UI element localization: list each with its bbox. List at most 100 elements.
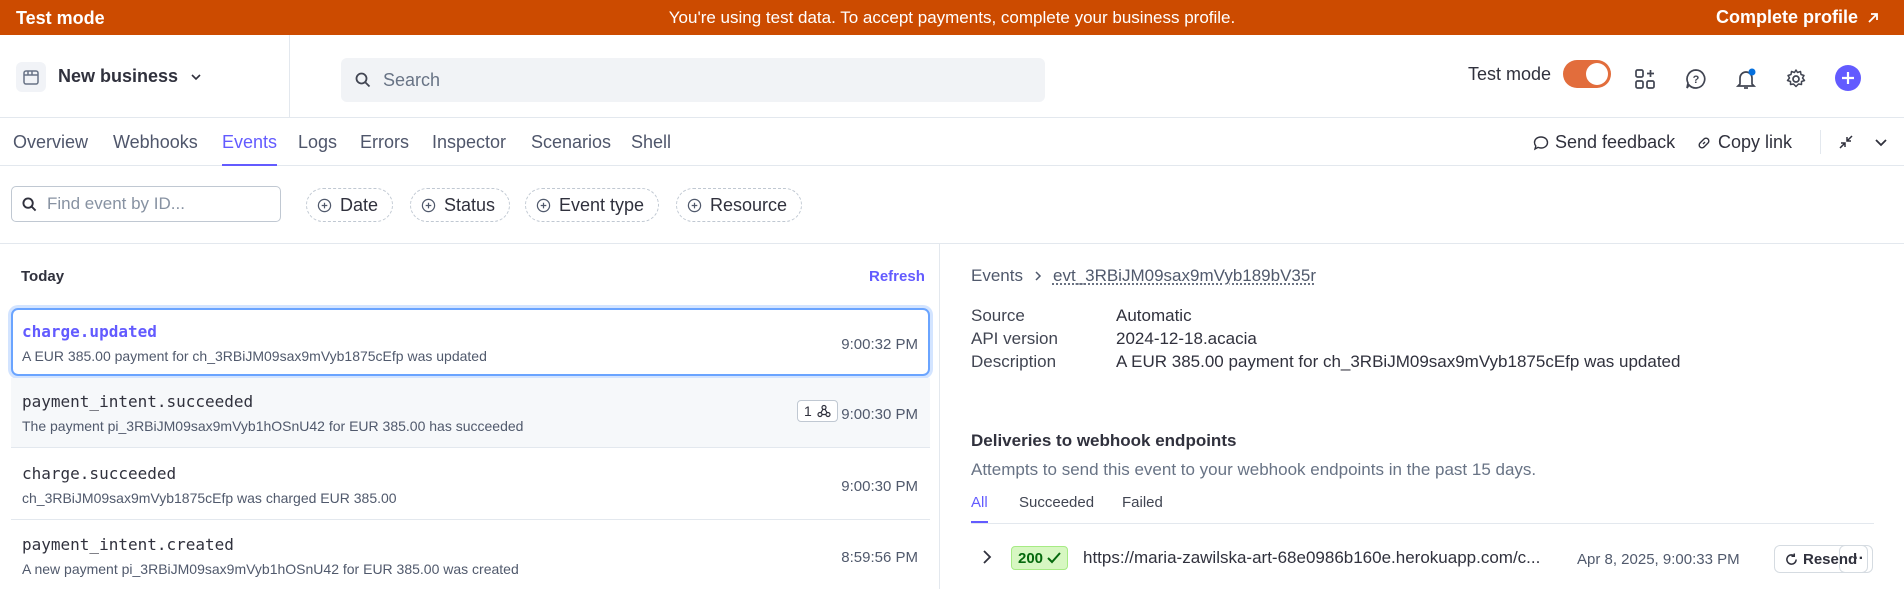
business-name: New business [58,66,179,86]
svg-text:?: ? [1693,74,1700,86]
webhook-icon [817,404,831,418]
plus-circle-icon [687,198,702,212]
filter-date-label: Date [340,194,379,215]
filter-resource[interactable]: Resource [676,188,803,222]
gear-icon[interactable] [1783,66,1809,92]
event-description: ch_3RBiJM09sax9mVyb1875cEfp was charged … [22,490,397,506]
event-type: charge.succeeded [22,464,177,483]
find-event-input[interactable]: Find event by ID... [11,186,281,222]
event-description: The payment pi_3RBiJM09sax9mVyb1hOSnU42 … [22,418,524,434]
filter-resource-label: Resource [710,194,788,215]
tab-all[interactable]: All [971,494,988,523]
check-icon [1047,552,1061,564]
refresh-button[interactable]: Refresh [869,268,925,285]
source-value: Automatic [1116,306,1192,325]
tab-failed[interactable]: Failed [1122,494,1163,511]
event-type: payment_intent.succeeded [22,392,254,411]
business-switcher[interactable]: New business [0,35,290,118]
delivery-time: Apr 8, 2025, 9:00:33 PM [1577,551,1740,568]
speech-bubble-icon [1533,135,1549,150]
toolbar-divider [1820,130,1821,154]
api-version-label: API version [971,329,1058,348]
search-input[interactable]: Search [341,58,1045,102]
breadcrumb: Events evt_3RBiJM09sax9mVyb189bV35r [971,266,1316,286]
description-label: Description [971,352,1057,371]
banner-message: You're using test data. To accept paymen… [668,8,1236,27]
test-mode-banner: Test mode You're using test data. To acc… [0,0,1904,35]
tab-events[interactable]: Events [222,132,278,166]
collapse-icon[interactable] [1838,134,1854,150]
filter-date[interactable]: Date [306,188,394,222]
webhook-count: 1 [804,403,812,419]
event-type: payment_intent.created [22,535,234,554]
event-time: 8:59:56 PM [841,549,918,566]
event-description: A new payment pi_3RBiJM09sax9mVyb1hOSnU4… [22,561,519,577]
search-icon [22,196,37,211]
help-icon[interactable]: ? [1683,66,1709,92]
tab-scenarios[interactable]: Scenarios [531,132,611,153]
more-options-button[interactable]: ··· [1839,545,1873,573]
send-feedback-label: Send feedback [1555,132,1676,152]
plus-circle-icon [317,198,332,212]
plus-icon [1842,72,1854,84]
event-detail: Events evt_3RBiJM09sax9mVyb189bV35r Sour… [941,244,1904,589]
group-label: Today [21,268,65,285]
link-icon [1698,136,1710,149]
copy-link-label: Copy link [1718,132,1793,152]
status-badge: 200 [1011,546,1069,570]
filter-event-type[interactable]: Event type [525,188,660,222]
tab-webhooks[interactable]: Webhooks [113,132,198,153]
chevron-down-icon [191,73,201,80]
search-placeholder: Search [383,69,441,90]
event-id[interactable]: evt_3RBiJM09sax9mVyb189bV35r [1053,266,1316,286]
test-mode-label: Test mode [1468,63,1552,84]
breadcrumb-events-link[interactable]: Events [971,266,1023,286]
tab-shell[interactable]: Shell [631,132,671,153]
send-feedback-button[interactable]: Send feedback [1533,132,1675,153]
filter-status[interactable]: Status [410,188,511,222]
event-row[interactable]: payment_intent.created A new payment pi_… [11,521,930,589]
apps-icon[interactable] [1632,66,1658,92]
search-icon [355,72,371,88]
test-mode-toggle[interactable] [1563,60,1612,88]
event-filters: Find event by ID... Date Status Event ty… [0,166,1904,244]
description-value: A EUR 385.00 payment for ch_3RBiJM09sax9… [1116,352,1681,371]
source-label: Source [971,306,1025,325]
top-header: New business Search Test mode ? [0,35,1904,118]
create-button[interactable] [1835,65,1861,91]
deliveries-subtitle: Attempts to send this event to your webh… [971,460,1537,479]
event-row[interactable]: charge.succeeded ch_3RBiJM09sax9mVyb1875… [11,450,930,520]
tab-inspector[interactable]: Inspector [432,132,506,153]
api-version-value: 2024-12-18.acacia [1116,329,1257,348]
toggle-knob [1586,63,1609,85]
find-event-placeholder: Find event by ID... [47,194,185,213]
event-row[interactable]: payment_intent.succeeded The payment pi_… [11,378,930,448]
tab-succeeded[interactable]: Succeeded [1019,494,1094,511]
expand-chevron-icon[interactable] [981,549,993,570]
event-time: 9:00:30 PM [841,406,918,423]
deliveries-title: Deliveries to webhook endpoints [971,431,1237,450]
tab-logs[interactable]: Logs [298,132,337,153]
filter-event-type-label: Event type [559,194,645,215]
event-row[interactable]: charge.updated A EUR 385.00 payment for … [11,308,930,376]
store-icon [16,61,46,92]
plus-circle-icon [421,198,436,212]
copy-link-button[interactable]: Copy link [1696,132,1792,153]
bell-icon[interactable] [1733,66,1759,92]
chevron-right-icon [1035,271,1042,281]
tab-overview[interactable]: Overview [13,132,88,153]
chevron-down-icon[interactable] [1874,136,1888,150]
status-code: 200 [1018,549,1044,567]
delivery-row[interactable]: 200 https://maria-zawilska-art-68e0986b1… [971,537,1874,577]
tab-errors[interactable]: Errors [360,132,409,153]
event-list: Today Refresh charge.updated A EUR 385.0… [0,244,940,589]
test-mode-control: Test mode [1468,60,1612,88]
complete-profile-label: Complete profile [1715,7,1858,27]
arrow-up-right-icon [1868,12,1878,23]
webhook-count-badge: 1 [797,400,838,422]
complete-profile-link[interactable]: Complete profile [1716,7,1880,28]
event-type: charge.updated [22,322,157,341]
delivery-tabs: All Succeeded Failed [971,494,1874,524]
event-time: 9:00:30 PM [841,478,918,495]
refresh-icon [1786,552,1797,565]
